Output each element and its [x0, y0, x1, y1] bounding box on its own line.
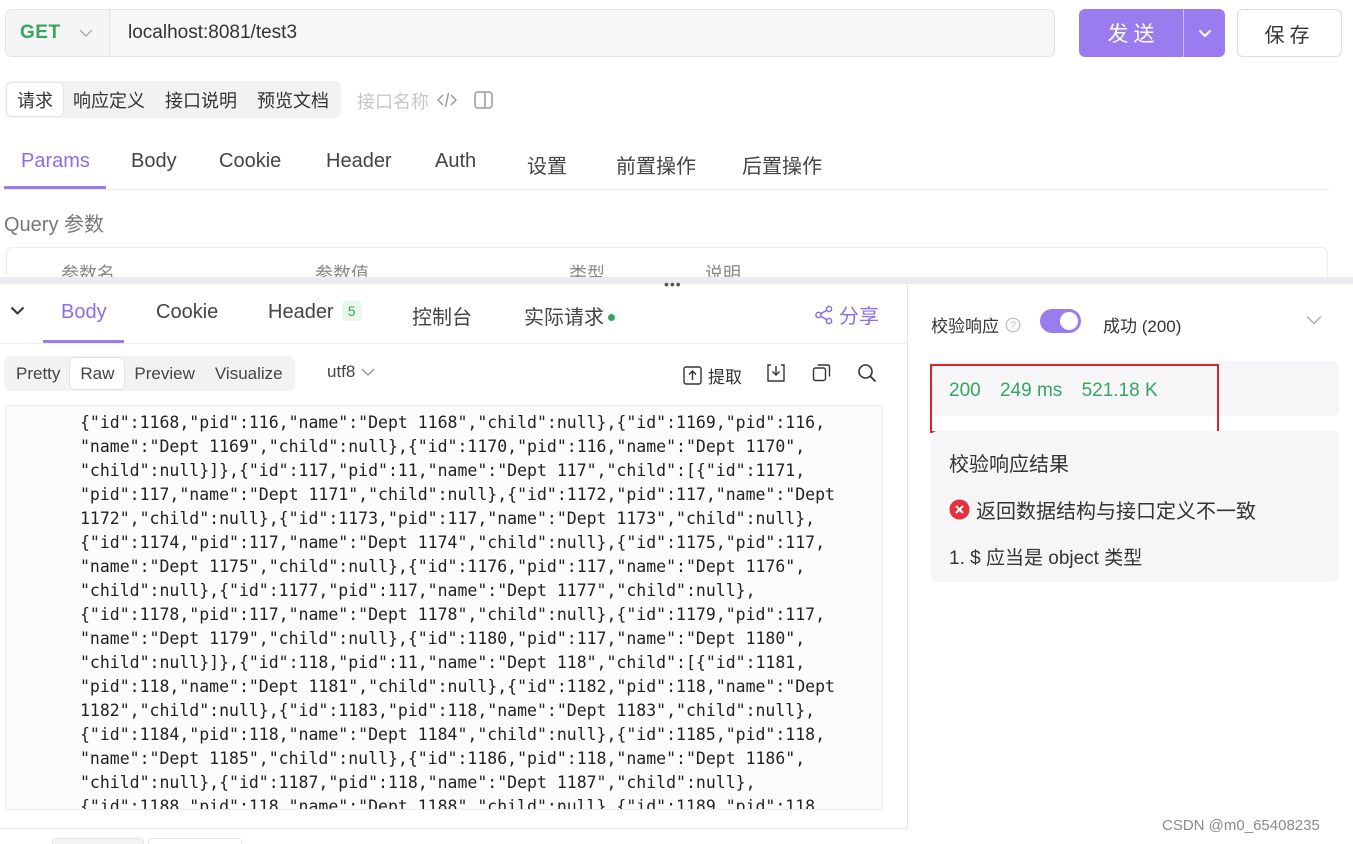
- tab-auth[interactable]: Auth: [435, 150, 476, 173]
- svg-text:?: ?: [1010, 320, 1016, 331]
- url-bar: GET localhost:8081/test3: [5, 9, 1055, 57]
- chevron-down-icon: [79, 29, 93, 38]
- tab-post-actions[interactable]: 后置操作: [742, 150, 822, 179]
- tab-pre-actions[interactable]: 前置操作: [616, 150, 696, 179]
- header-count-badge: 5: [341, 301, 362, 321]
- format-raw[interactable]: Raw: [70, 358, 125, 389]
- response-tab-console[interactable]: 控制台: [412, 301, 472, 330]
- subtab-request[interactable]: 请求: [7, 83, 63, 116]
- encoding-select[interactable]: utf8: [327, 362, 375, 382]
- send-options-button[interactable]: [1183, 9, 1225, 57]
- error-message: 返回数据结构与接口定义不一致: [976, 501, 1256, 523]
- chevron-down-icon[interactable]: [1306, 315, 1322, 325]
- verify-response-label: 校验响应 ?: [931, 312, 1021, 337]
- highlight-box: [930, 364, 1219, 433]
- help-icon[interactable]: ?: [999, 317, 1021, 333]
- response-tab-actual-request[interactable]: 实际请求: [524, 301, 615, 330]
- watermark: CSDN @m0_65408235: [1162, 817, 1320, 834]
- format-visualize[interactable]: Visualize: [205, 358, 293, 389]
- copy-button[interactable]: [812, 363, 837, 382]
- validation-result-title: 校验响应结果: [949, 454, 1069, 476]
- extract-label: 提取: [708, 368, 742, 387]
- sub-tab-bar: 请求 响应定义 接口说明 预览文档: [5, 81, 341, 118]
- validation-detail: 1. $ 应当是 object 类型: [949, 548, 1143, 569]
- side-panel-icon[interactable]: [474, 91, 493, 109]
- method-select[interactable]: GET: [6, 10, 109, 56]
- chevron-down-icon: [355, 368, 375, 377]
- share-label: 分享: [839, 306, 879, 328]
- verify-response-toggle[interactable]: [1040, 309, 1081, 333]
- download-icon: [766, 363, 792, 383]
- format-preview[interactable]: Preview: [124, 358, 204, 389]
- response-tab-header[interactable]: Header 5: [268, 301, 362, 324]
- panel-separator: [907, 284, 908, 830]
- validation-error: 返回数据结构与接口定义不一致: [949, 495, 1256, 524]
- response-body-viewer[interactable]: {"id":1168,"pid":116,"name":"Dept 1168",…: [5, 405, 883, 810]
- code-icon[interactable]: [437, 91, 457, 109]
- bottom-tab[interactable]: [52, 838, 144, 844]
- send-button[interactable]: 发送: [1079, 9, 1183, 57]
- share-button[interactable]: 分享: [814, 300, 879, 329]
- search-icon: [857, 363, 883, 383]
- response-tab-header-label: Header: [268, 301, 334, 323]
- extract-button[interactable]: 提取: [683, 363, 742, 388]
- response-tab-actual-request-label: 实际请求: [524, 307, 604, 329]
- column-header-name: 参数名: [61, 264, 115, 277]
- chevron-down-icon: [1198, 29, 1212, 38]
- tab-body[interactable]: Body: [131, 150, 177, 173]
- column-header-type: 类型: [569, 264, 605, 277]
- body-format-group: Pretty Raw Preview Visualize: [4, 356, 295, 391]
- method-label: GET: [20, 22, 61, 43]
- interface-name-input[interactable]: 接口名称: [357, 88, 429, 114]
- column-header-description: 说明: [705, 264, 741, 277]
- column-header-value: 参数值: [315, 264, 369, 277]
- divider: [0, 343, 907, 344]
- active-tab-indicator: [4, 186, 106, 189]
- send-button-group: 发送: [1079, 9, 1225, 57]
- toggle-knob: [1060, 312, 1078, 330]
- share-icon: [814, 305, 839, 325]
- tab-header[interactable]: Header: [326, 150, 392, 173]
- error-icon: [949, 499, 976, 520]
- search-button[interactable]: [857, 363, 883, 383]
- encoding-value: utf8: [327, 362, 356, 381]
- query-params-title: Query 参数: [4, 214, 105, 236]
- subtab-preview-docs[interactable]: 预览文档: [247, 83, 339, 116]
- status-dot: [608, 314, 615, 321]
- response-tab-cookie[interactable]: Cookie: [156, 301, 218, 324]
- extract-icon: [683, 366, 708, 385]
- tab-cookie[interactable]: Cookie: [219, 150, 281, 173]
- verify-response-text: 校验响应: [931, 317, 999, 336]
- bottom-tab[interactable]: [148, 838, 242, 844]
- subtab-api-description[interactable]: 接口说明: [155, 83, 247, 116]
- format-pretty[interactable]: Pretty: [6, 358, 70, 389]
- copy-icon: [812, 363, 837, 382]
- tab-params[interactable]: Params: [21, 150, 90, 173]
- url-input[interactable]: localhost:8081/test3: [109, 10, 1054, 56]
- response-tab-body[interactable]: Body: [61, 301, 107, 324]
- download-button[interactable]: [766, 363, 792, 383]
- response-body-text: {"id":1168,"pid":116,"name":"Dept 1168",…: [80, 413, 835, 810]
- collapse-chevron-icon[interactable]: [10, 306, 25, 316]
- request-tab-bar: Params Body Cookie Header Auth 设置 前置操作 后…: [4, 142, 1330, 190]
- response-status-select[interactable]: 成功 (200): [1103, 312, 1181, 337]
- subtab-response-definition[interactable]: 响应定义: [63, 83, 155, 116]
- tab-settings[interactable]: 设置: [527, 150, 567, 179]
- query-params-table: 参数名 参数值 类型 说明: [6, 247, 1328, 277]
- save-button[interactable]: 保存: [1237, 9, 1342, 57]
